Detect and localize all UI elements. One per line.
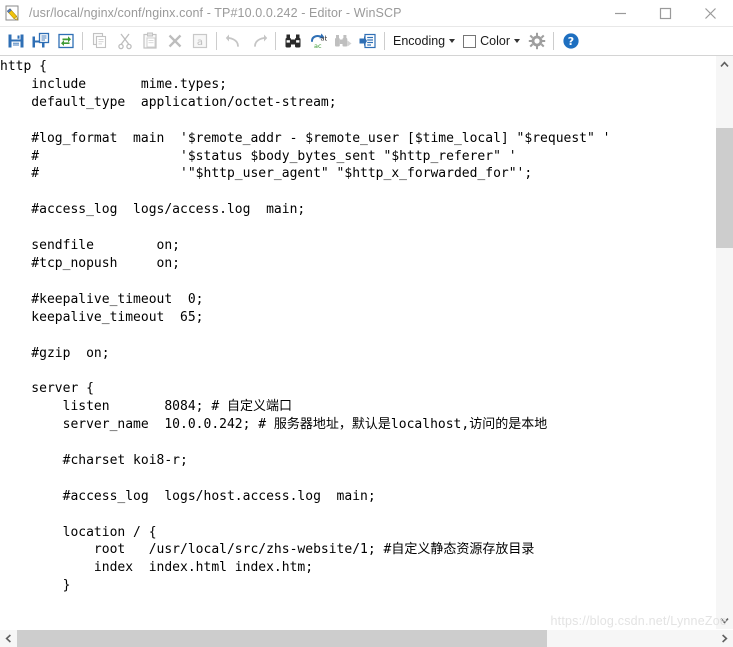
toolbar-separator bbox=[275, 32, 276, 50]
toolbar-separator bbox=[82, 32, 83, 50]
chevron-down-icon bbox=[514, 39, 520, 43]
find-button[interactable] bbox=[280, 29, 305, 54]
help-icon: ? bbox=[562, 33, 579, 49]
toolbar-separator bbox=[553, 32, 554, 50]
undo-arrow-icon bbox=[225, 34, 239, 47]
title-bar: /usr/local/nginx/conf/nginx.conf - TP#10… bbox=[0, 0, 733, 27]
scroll-up-button[interactable] bbox=[716, 56, 733, 73]
delete-button[interactable] bbox=[162, 29, 187, 54]
color-swatch-icon bbox=[463, 34, 477, 48]
chevron-down-icon bbox=[720, 618, 729, 624]
scroll-down-button[interactable] bbox=[716, 612, 733, 629]
encoding-dropdown[interactable]: Encoding bbox=[389, 29, 459, 53]
go-to-line-button[interactable] bbox=[355, 29, 380, 54]
svg-text:ac: ac bbox=[314, 42, 322, 50]
color-dropdown[interactable]: Color bbox=[459, 29, 524, 53]
save-as-icon bbox=[32, 32, 49, 48]
chevron-left-icon bbox=[5, 634, 11, 643]
save-icon bbox=[8, 34, 23, 48]
encoding-label: Encoding bbox=[393, 34, 446, 48]
svg-text:a: a bbox=[196, 37, 202, 48]
undo-button[interactable] bbox=[221, 29, 246, 54]
horizontal-scrollbar[interactable] bbox=[0, 629, 733, 647]
help-button[interactable]: ? bbox=[558, 29, 583, 54]
save-button[interactable] bbox=[3, 29, 28, 54]
window-title: /usr/local/nginx/conf/nginx.conf - TP#10… bbox=[29, 6, 402, 20]
vertical-scrollbar-thumb[interactable] bbox=[716, 128, 733, 248]
replace-abac-icon: ab ac bbox=[310, 33, 327, 50]
copy-icon bbox=[92, 32, 106, 49]
save-as-button[interactable] bbox=[28, 29, 53, 54]
chevron-down-icon bbox=[449, 39, 456, 43]
editor-window: /usr/local/nginx/conf/nginx.conf - TP#10… bbox=[0, 0, 733, 647]
goto-line-icon bbox=[359, 33, 376, 49]
close-button[interactable] bbox=[688, 0, 733, 26]
paste-button[interactable] bbox=[137, 29, 162, 54]
minimize-icon bbox=[615, 12, 626, 14]
close-icon bbox=[705, 7, 716, 19]
binoculars-icon bbox=[285, 34, 300, 48]
svg-text:?: ? bbox=[567, 35, 573, 48]
toolbar: a ab ac Encoding Color ? bbox=[0, 27, 733, 56]
editor-pencil-icon bbox=[5, 5, 19, 21]
copy-button[interactable] bbox=[87, 29, 112, 54]
minimize-button[interactable] bbox=[598, 0, 643, 26]
preferences-button[interactable] bbox=[524, 29, 549, 54]
select-all-icon: a bbox=[192, 33, 207, 49]
cut-button[interactable] bbox=[112, 29, 137, 54]
scroll-left-button[interactable] bbox=[0, 630, 17, 647]
chevron-up-icon bbox=[720, 61, 729, 67]
toolbar-separator bbox=[216, 32, 217, 50]
redo-button[interactable] bbox=[246, 29, 271, 54]
binoculars-next-icon bbox=[334, 35, 351, 47]
code-text[interactable]: http { include mime.types; default_type … bbox=[0, 58, 610, 595]
reload-button[interactable] bbox=[53, 29, 78, 54]
scissors-icon bbox=[117, 33, 132, 50]
maximize-icon bbox=[659, 7, 672, 19]
scroll-right-button[interactable] bbox=[716, 630, 733, 647]
find-next-button[interactable] bbox=[330, 29, 355, 54]
horizontal-scrollbar-thumb[interactable] bbox=[17, 630, 547, 647]
x-icon bbox=[168, 34, 181, 48]
vertical-scrollbar[interactable] bbox=[715, 56, 733, 629]
color-label: Color bbox=[480, 34, 510, 48]
select-all-button[interactable]: a bbox=[187, 29, 212, 54]
replace-button[interactable]: ab ac bbox=[305, 29, 330, 54]
gear-icon bbox=[528, 32, 545, 50]
reload-icon bbox=[57, 33, 74, 49]
chevron-right-icon bbox=[722, 634, 728, 643]
code-pane[interactable]: http { include mime.types; default_type … bbox=[0, 56, 715, 629]
editor-area: http { include mime.types; default_type … bbox=[0, 56, 733, 629]
clipboard-icon bbox=[142, 32, 157, 49]
toolbar-separator bbox=[384, 32, 385, 50]
redo-arrow-icon bbox=[253, 34, 267, 47]
maximize-button[interactable] bbox=[643, 0, 688, 26]
